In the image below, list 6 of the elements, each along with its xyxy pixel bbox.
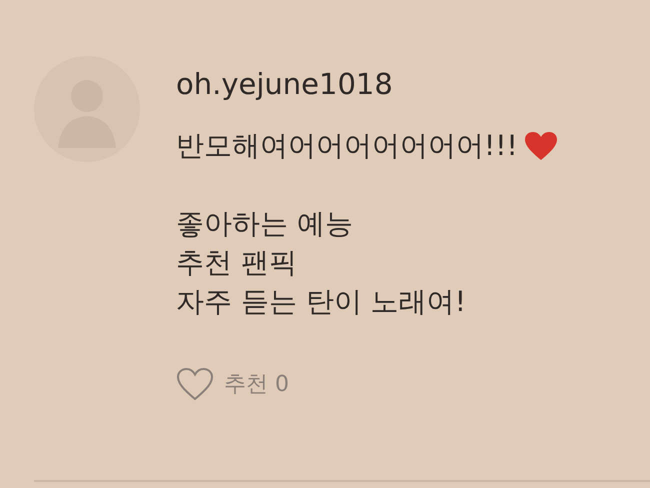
comment-line: 좋아하는 예능: [176, 206, 353, 242]
comment-line: 추천 팬픽: [176, 245, 297, 281]
comment-line: 반모해여어어어어어어어!!!: [176, 128, 518, 164]
username[interactable]: oh.yejune1018: [176, 64, 558, 104]
heart-icon: [524, 130, 558, 160]
comment-line: 자주 듣는 탄이 노래여!: [176, 284, 466, 320]
